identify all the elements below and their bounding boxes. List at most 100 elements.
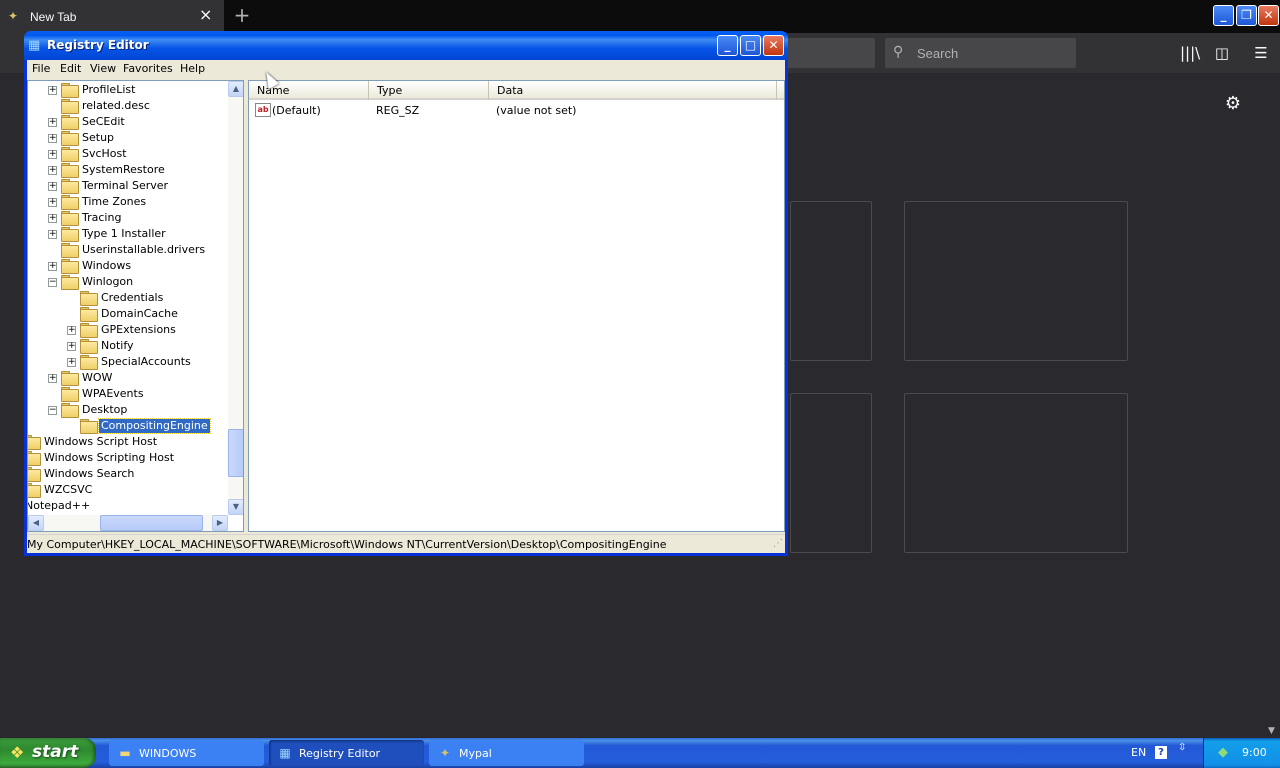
tray-expand-icon[interactable]: ⇳ [1178,742,1186,753]
top-site-tile[interactable] [790,201,872,361]
taskbar-button-mypal[interactable]: ✦ Mypal [429,740,584,766]
tree-horizontal-scroll-thumb[interactable] [100,515,203,531]
expand-icon[interactable]: + [48,86,57,95]
registry-editor-window: ▦ Registry Editor _ □ ✕ File Edit View F… [24,31,788,556]
menu-icon[interactable]: ☰ [1251,43,1271,63]
expand-icon[interactable]: + [67,342,76,351]
expand-icon[interactable]: + [48,198,57,207]
tree-node[interactable]: + Notify [28,338,228,354]
library-icon[interactable]: |||\ [1180,43,1200,63]
expand-icon[interactable]: + [48,182,57,191]
tree-node[interactable]: Notepad++ [28,498,228,514]
column-header-type[interactable]: Type [369,81,489,100]
url-bar[interactable] [787,38,875,68]
tree-node[interactable]: + SeCEdit [28,114,228,130]
scroll-left-icon[interactable]: ◀ [28,515,44,531]
expand-icon[interactable]: + [48,230,57,239]
top-site-tile[interactable] [904,393,1128,553]
tree-node[interactable]: − Winlogon [28,274,228,290]
column-header-data[interactable]: Data [489,81,777,100]
tree-node[interactable]: Windows Script Host [28,434,228,450]
expand-icon[interactable]: + [48,214,57,223]
browser-tab[interactable]: ✦ New Tab × [0,0,224,33]
scroll-down-icon[interactable]: ▼ [228,499,243,515]
resize-grip-icon[interactable]: ⋰ [773,538,783,549]
folder-icon [28,435,41,450]
expand-icon[interactable]: + [48,262,57,271]
tree-node[interactable]: CompositingEngine [28,418,228,434]
browser-restore-button[interactable]: ❐ [1236,5,1257,26]
tree-node[interactable]: WPAEvents [28,386,228,402]
tree-node[interactable]: Windows Scripting Host [28,450,228,466]
expand-icon[interactable]: + [48,118,57,127]
top-site-tile[interactable] [790,393,872,553]
taskbar-button-registry-editor[interactable]: ▦ Registry Editor [269,740,424,766]
tree-vertical-scroll-thumb[interactable] [228,429,243,477]
mypal-icon: ✦ [439,746,451,760]
close-button[interactable]: ✕ [763,35,784,56]
browser-close-button[interactable]: ✕ [1258,5,1279,26]
tree-node[interactable]: + SystemRestore [28,162,228,178]
tree-node[interactable]: related.desc [28,98,228,114]
tree-node[interactable]: + Terminal Server [28,178,228,194]
tree-node[interactable]: Userinstallable.drivers [28,242,228,258]
scroll-right-icon[interactable]: ▶ [212,515,228,531]
language-indicator[interactable]: EN [1131,746,1146,759]
menu-file[interactable]: File [32,62,50,75]
collapse-icon[interactable]: − [48,406,57,415]
minimize-button[interactable]: _ [717,35,738,56]
tree-node[interactable]: + Windows [28,258,228,274]
expand-icon[interactable]: + [48,134,57,143]
tree-node[interactable]: + GPExtensions [28,322,228,338]
tree-node[interactable]: + Time Zones [28,194,228,210]
tree-node[interactable]: + WOW [28,370,228,386]
page-scrollbar[interactable]: ▼ [1266,73,1280,738]
taskbar-button-windows[interactable]: ▬ WINDOWS [109,740,264,766]
tree-node[interactable]: + Type 1 Installer [28,226,228,242]
expand-icon[interactable]: + [48,150,57,159]
tree-node[interactable]: + SvcHost [28,146,228,162]
menu-help[interactable]: Help [180,62,205,75]
sidebar-icon[interactable]: ◫ [1212,43,1232,63]
menu-view[interactable]: View [90,62,116,75]
menu-edit[interactable]: Edit [60,62,81,75]
value-data: (value not set) [496,104,577,117]
tab-close-icon[interactable]: × [199,7,212,23]
help-icon[interactable]: ? [1155,746,1167,759]
start-button[interactable]: ❖ start [0,738,96,768]
browser-minimize-button[interactable]: _ [1213,5,1234,26]
registry-value-row[interactable]: ab (Default) REG_SZ (value not set) [249,102,784,119]
scroll-down-icon: ▼ [1268,726,1275,736]
expand-icon[interactable]: + [67,358,76,367]
tree-node[interactable]: WZCSVC [28,482,228,498]
window-titlebar[interactable]: ▦ Registry Editor _ □ ✕ [24,31,788,60]
expand-icon[interactable]: + [48,374,57,383]
newtab-settings-gear-icon[interactable]: ⚙ [1223,94,1243,114]
tree-node[interactable]: + ProfileList [28,82,228,98]
menu-bar: File Edit View Favorites Help [27,60,785,78]
network-icon[interactable]: ◆ [1218,745,1234,761]
expand-icon[interactable]: + [67,326,76,335]
collapse-icon[interactable]: − [48,278,57,287]
tree-node[interactable]: Windows Search [28,466,228,482]
search-bar[interactable]: ⚲ Search [885,38,1076,68]
expand-icon[interactable]: + [48,166,57,175]
tree-node[interactable]: − Desktop [28,402,228,418]
tree-horizontal-scrollbar[interactable]: ◀ ▶ [28,515,228,531]
tree-node[interactable]: + Setup [28,130,228,146]
tree-node-label: SpecialAccounts [101,355,191,368]
registry-key-tree[interactable]: + ProfileList related.desc + SeCEdit + Setup + S… [27,80,244,532]
tree-vertical-scrollbar[interactable]: ▲ ▼ [228,81,243,515]
tree-node-label: Windows Scripting Host [44,451,175,464]
tree-node[interactable]: + Tracing [28,210,228,226]
menu-favorites[interactable]: Favorites [123,62,173,75]
task-label: WINDOWS [139,747,197,760]
tree-node[interactable]: Credentials [28,290,228,306]
new-tab-button[interactable]: + [230,4,254,28]
scroll-up-icon[interactable]: ▲ [228,81,243,97]
registry-value-list[interactable]: Name Type Data ab (Default) REG_SZ (valu… [248,80,785,532]
maximize-button[interactable]: □ [740,35,761,56]
tree-node[interactable]: + SpecialAccounts [28,354,228,370]
tree-node[interactable]: DomainCache [28,306,228,322]
top-site-tile[interactable] [904,201,1128,361]
